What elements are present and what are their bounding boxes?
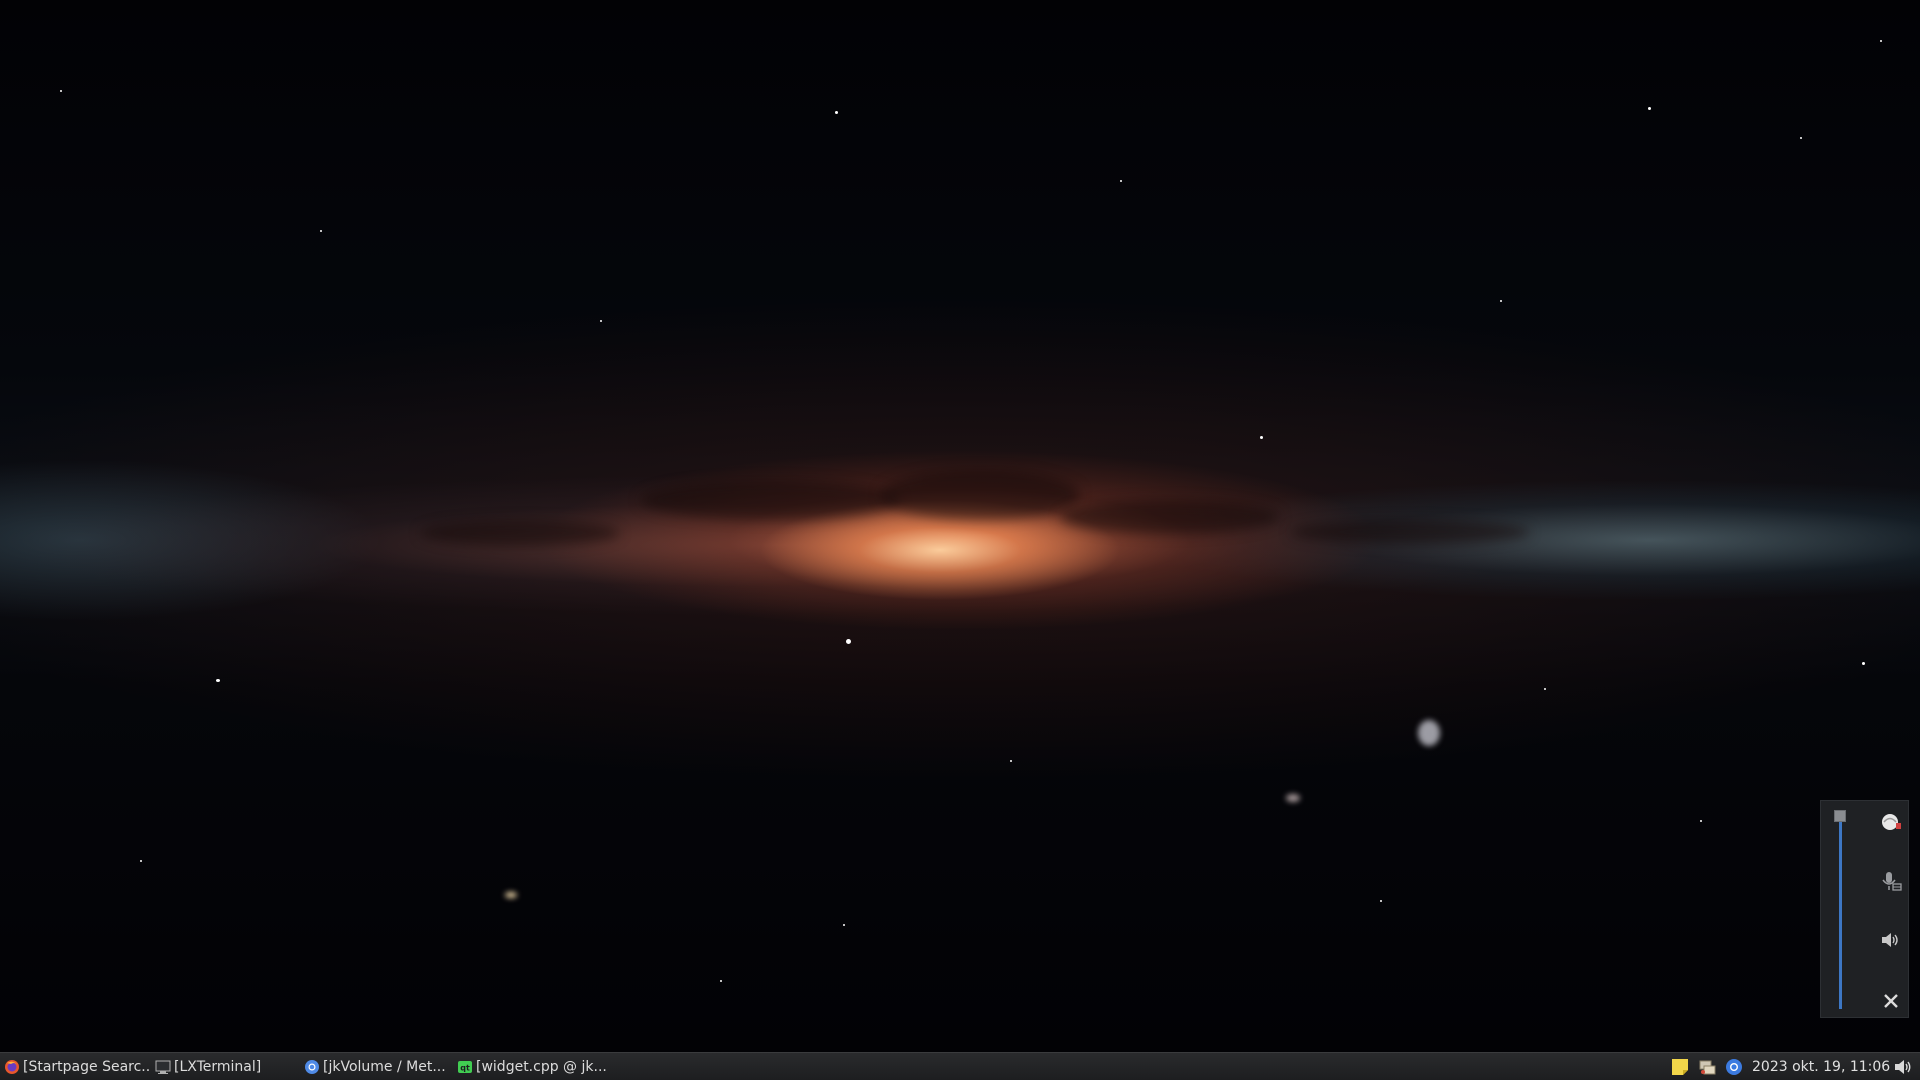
- dust-lane: [640, 480, 900, 520]
- chromium-icon: [304, 1059, 320, 1075]
- microphone-icon: [1882, 872, 1902, 891]
- star: [1544, 688, 1546, 690]
- svg-text:qt: qt: [460, 1063, 470, 1072]
- task-label: [jkVolume / Met...: [323, 1058, 446, 1075]
- desktop-wallpaper[interactable]: [0, 0, 1920, 1052]
- close-icon: [1884, 994, 1898, 1008]
- dust-lane: [1290, 520, 1530, 544]
- star: [1648, 107, 1651, 110]
- star: [140, 860, 142, 862]
- network-tray-button[interactable]: [1698, 1058, 1716, 1076]
- star: [1120, 180, 1122, 182]
- task-lxterminal[interactable]: [LXTerminal]: [155, 1053, 295, 1080]
- task-widget-cpp[interactable]: qt [widget.cpp @ jk...: [457, 1053, 607, 1080]
- mixer-button[interactable]: [1879, 810, 1903, 834]
- star: [846, 639, 851, 644]
- star: [1700, 820, 1702, 822]
- sticky-note-tray-button[interactable]: [1671, 1058, 1689, 1076]
- volume-slider[interactable]: [1839, 819, 1842, 1009]
- star: [843, 924, 845, 926]
- star: [1862, 662, 1865, 665]
- star: [60, 90, 62, 92]
- firefox-icon: [4, 1059, 20, 1075]
- close-button[interactable]: [1879, 989, 1903, 1013]
- taskbar: [Startpage Searc... [LXTerminal] [jkVolu…: [0, 1052, 1920, 1080]
- speaker-icon: [1882, 933, 1898, 947]
- galaxy-speck: [505, 892, 517, 898]
- star: [1010, 760, 1012, 762]
- task-jkvolume[interactable]: [jkVolume / Met...: [304, 1053, 449, 1080]
- dust-lane: [420, 520, 620, 546]
- volume-popup: [1820, 800, 1909, 1018]
- star: [600, 320, 602, 322]
- star: [320, 230, 322, 232]
- dust-lane: [1060, 500, 1280, 534]
- mixer-icon: [1882, 814, 1901, 830]
- volume-icon: [1895, 1060, 1911, 1074]
- chromium-tray-icon: [1726, 1059, 1742, 1075]
- star: [1500, 300, 1502, 302]
- task-label: [widget.cpp @ jk...: [476, 1058, 607, 1075]
- volume-slider-handle[interactable]: [1834, 810, 1846, 822]
- chromium-tray-button[interactable]: [1725, 1058, 1743, 1076]
- dust-lane: [880, 470, 1080, 520]
- volume-tray-button[interactable]: [1894, 1058, 1912, 1076]
- star: [1380, 900, 1382, 902]
- clock[interactable]: 2023 okt. 19, 11:06: [1752, 1053, 1890, 1080]
- qtcreator-icon: qt: [457, 1059, 473, 1075]
- star: [216, 679, 220, 682]
- terminal-icon: [155, 1059, 171, 1075]
- microphone-button[interactable]: [1879, 869, 1903, 893]
- speaker-button[interactable]: [1879, 928, 1903, 952]
- task-label: [Startpage Searc...: [23, 1058, 150, 1075]
- large-magellanic-cloud: [1418, 720, 1440, 746]
- task-label: [LXTerminal]: [174, 1058, 262, 1075]
- network-manager-icon: [1699, 1060, 1716, 1075]
- star: [720, 980, 722, 982]
- small-magellanic-cloud: [1286, 794, 1300, 802]
- sticky-note-icon: [1672, 1059, 1688, 1075]
- star: [1800, 137, 1802, 139]
- star: [835, 111, 838, 114]
- star: [1260, 436, 1263, 439]
- star: [1880, 40, 1882, 42]
- task-startpage[interactable]: [Startpage Searc...: [4, 1053, 150, 1080]
